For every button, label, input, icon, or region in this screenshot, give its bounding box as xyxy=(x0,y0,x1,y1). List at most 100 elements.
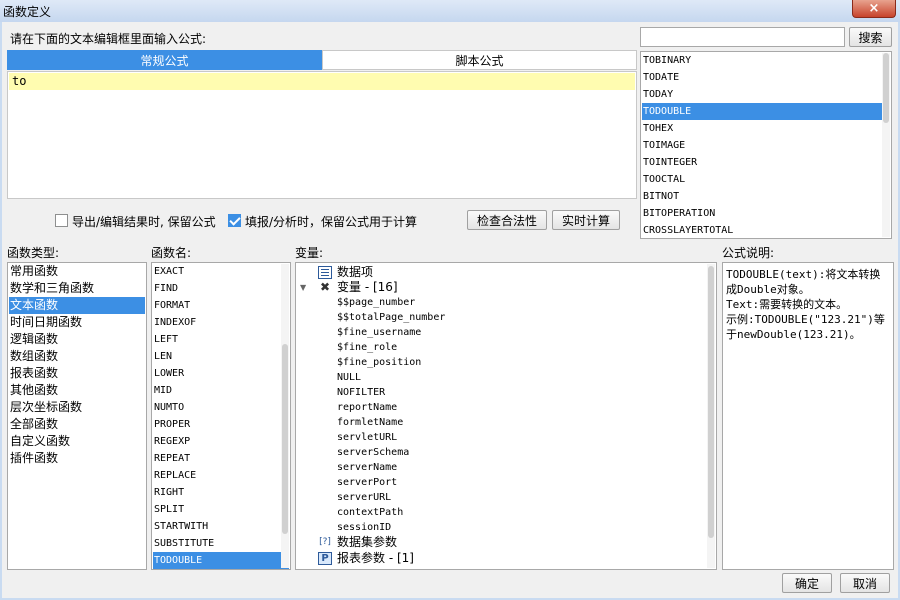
list-item[interactable]: REGEXP xyxy=(153,433,289,450)
list-item[interactable]: 文本函数 xyxy=(9,297,145,314)
variables-tree[interactable]: 数据项 ▼ ✖ 变量 - [16] $$page_number $$totalPa… xyxy=(295,262,717,570)
list-item[interactable]: 插件函数 xyxy=(9,450,145,467)
description-line: 于newDouble(123.21)。 xyxy=(726,328,861,341)
tree-node-variable[interactable]: reportName xyxy=(337,400,397,415)
list-item[interactable]: EXACT xyxy=(153,263,289,280)
tree-node-variable[interactable]: sessionID xyxy=(337,520,391,535)
list-item[interactable]: BITNOT xyxy=(642,188,890,205)
list-item[interactable]: PROPER xyxy=(153,416,289,433)
tree-node-variable[interactable]: serverSchema xyxy=(337,445,409,460)
list-item[interactable]: 层次坐标函数 xyxy=(9,399,145,416)
description-line: 示例:TODOUBLE("123.21")等 xyxy=(726,313,885,326)
list-item[interactable]: SPLIT xyxy=(153,501,289,518)
tree-node-label: 报表参数 - [1] xyxy=(337,551,414,565)
search-results-scrollbar[interactable] xyxy=(882,53,890,237)
list-item[interactable]: MID xyxy=(153,382,289,399)
function-names-scroll-thumb[interactable] xyxy=(282,344,288,534)
tree-node-variable[interactable]: formletName xyxy=(337,415,403,430)
tree-node-variable[interactable]: servletURL xyxy=(337,430,397,445)
variables-scrollbar[interactable] xyxy=(707,264,715,568)
list-item[interactable]: CROSSLAYERTOTAL xyxy=(642,222,890,238)
list-item[interactable]: TODAY xyxy=(642,86,890,103)
check-validity-button[interactable]: 检查合法性 xyxy=(467,210,547,230)
description-line: Text:需要转换的文本。 xyxy=(726,298,848,311)
list-item[interactable]: REPLACE xyxy=(153,467,289,484)
list-item[interactable]: 其他函数 xyxy=(9,382,145,399)
list-item[interactable]: 全部函数 xyxy=(9,416,145,433)
search-results-list[interactable]: TOBINARY TODATE TODAY TODOUBLE TOHEX TOIMAGE T… xyxy=(640,51,892,239)
search-results-scroll-thumb[interactable] xyxy=(883,53,889,123)
function-types-list[interactable]: 常用函数 数学和三角函数 文本函数 时间日期函数 逻辑函数 数组函数 报表函数 其他函数 层次坐… xyxy=(7,262,147,570)
tree-node-label: 变量 - [16] xyxy=(337,280,398,294)
list-item[interactable]: 时间日期函数 xyxy=(9,314,145,331)
list-item[interactable]: SUBSTITUTE xyxy=(153,535,289,552)
list-item[interactable]: 自定义函数 xyxy=(9,433,145,450)
tree-node-variable[interactable]: serverName xyxy=(337,460,397,475)
list-item[interactable]: FORMAT xyxy=(153,297,289,314)
list-item[interactable]: RIGHT xyxy=(153,484,289,501)
formula-editor[interactable]: to xyxy=(7,71,637,199)
tab-script-formula[interactable]: 脚本公式 xyxy=(322,50,637,70)
tree-node-variable[interactable]: $fine_username xyxy=(337,325,421,340)
description-header: 公式说明: xyxy=(722,246,775,260)
tree-node-variable[interactable]: NOFILTER xyxy=(337,385,385,400)
tree-node-variable[interactable]: serverURL xyxy=(337,490,391,505)
list-item[interactable]: 报表函数 xyxy=(9,365,145,382)
description-line: 成Double对象。 xyxy=(726,283,810,296)
tree-node-variable[interactable]: $$page_number xyxy=(337,295,415,310)
formula-editor-current-line: to xyxy=(9,73,635,90)
list-item[interactable]: TOBINARY xyxy=(642,52,890,69)
list-item[interactable]: 常用函数 xyxy=(9,263,145,280)
list-item[interactable]: TODOUBLE xyxy=(642,103,890,120)
function-types-header: 函数类型: xyxy=(7,246,60,260)
list-item[interactable]: TOHEX xyxy=(642,120,890,137)
cancel-button[interactable]: 取消 xyxy=(840,573,890,593)
fill-keep-formula-label: 填报/分析时，保留公式用于计算 xyxy=(245,215,418,229)
list-item[interactable]: LOWER xyxy=(153,365,289,382)
list-item[interactable]: LEN xyxy=(153,348,289,365)
search-button[interactable]: 搜索 xyxy=(849,27,892,47)
tree-node-variable[interactable]: contextPath xyxy=(337,505,403,520)
export-keep-formula-label: 导出/编辑结果时, 保留公式 xyxy=(72,215,216,229)
list-item[interactable]: TOOCTAL xyxy=(642,171,890,188)
function-names-list[interactable]: EXACT FIND FORMAT INDEXOF LEFT LEN LOWER MID NUM… xyxy=(151,262,291,570)
dataset-param-icon: [?] xyxy=(319,537,331,547)
fill-keep-formula-checkbox[interactable] xyxy=(228,214,241,227)
tree-node-label: 数据集参数 xyxy=(337,535,398,549)
export-keep-formula-checkbox[interactable] xyxy=(55,214,68,227)
list-item[interactable]: TODOUBLE xyxy=(153,552,289,569)
list-item[interactable]: STARTWITH xyxy=(153,518,289,535)
list-item[interactable]: 数组函数 xyxy=(9,348,145,365)
list-item[interactable]: BITOPERATION xyxy=(642,205,890,222)
list-item[interactable]: NUMTO xyxy=(153,399,289,416)
list-item[interactable]: TOINTEGER xyxy=(642,154,890,171)
tree-node-variable[interactable]: $fine_role xyxy=(337,340,397,355)
list-item[interactable]: TOIMAGE xyxy=(642,137,890,154)
tab-regular-formula[interactable]: 常规公式 xyxy=(7,50,322,70)
close-button[interactable]: × xyxy=(852,0,896,18)
tree-node-variable[interactable]: $fine_position xyxy=(337,355,421,370)
expand-arrow-icon[interactable]: ▼ xyxy=(300,280,306,295)
formula-instruction: 请在下面的文本编辑框里面输入公式: xyxy=(10,32,207,46)
variables-icon: ✖ xyxy=(319,280,331,294)
table-icon xyxy=(318,266,332,279)
window-title: 函数定义 xyxy=(3,5,52,19)
function-names-scrollbar[interactable] xyxy=(281,264,289,568)
list-item[interactable]: LEFT xyxy=(153,331,289,348)
realtime-calc-button[interactable]: 实时计算 xyxy=(552,210,620,230)
tree-node-label: 数据项 xyxy=(337,265,374,279)
title-bar: 函数定义 × xyxy=(0,0,900,22)
list-item[interactable]: 逻辑函数 xyxy=(9,331,145,348)
list-item[interactable]: TODATE xyxy=(642,69,890,86)
ok-button[interactable]: 确定 xyxy=(782,573,832,593)
list-item[interactable]: 数学和三角函数 xyxy=(9,280,145,297)
tree-node-variable[interactable]: NULL xyxy=(337,370,361,385)
list-item[interactable]: INDEXOF xyxy=(153,314,289,331)
list-item[interactable]: REPEAT xyxy=(153,450,289,467)
tree-node-variable[interactable]: serverPort xyxy=(337,475,397,490)
variables-scroll-thumb[interactable] xyxy=(708,266,714,538)
list-item[interactable]: FIND xyxy=(153,280,289,297)
function-names-header: 函数名: xyxy=(151,246,192,260)
function-search-input[interactable] xyxy=(640,27,845,47)
tree-node-variable[interactable]: $$totalPage_number xyxy=(337,310,445,325)
